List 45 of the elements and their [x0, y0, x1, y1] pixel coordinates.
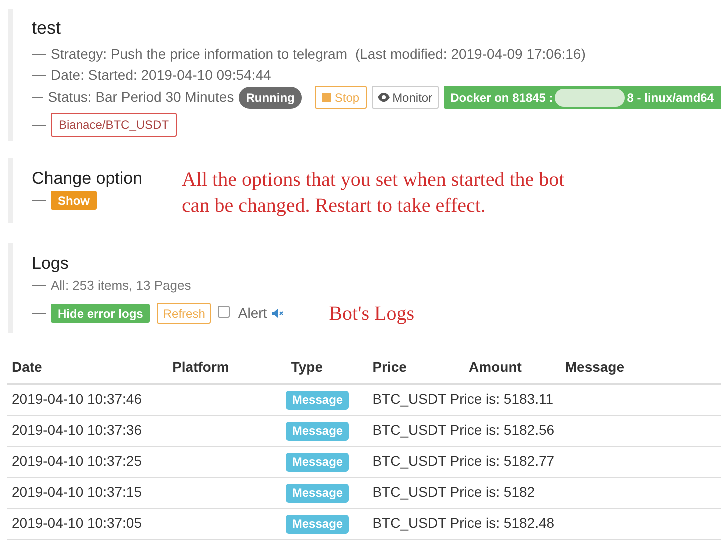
date-text: Date: Started: 2019-04-10 09:54:44 — [51, 66, 272, 84]
status-badge: Running — [239, 86, 302, 108]
exchange-tag: Bianace/BTC_USDT — [51, 113, 178, 137]
show-button[interactable]: Show — [51, 191, 97, 210]
column-header: Price — [372, 359, 407, 375]
square-icon — [322, 93, 331, 102]
section-title: Logs — [32, 254, 70, 274]
annotation-text: All the options that you set when started the bot can be changed. Restart to take effect. — [182, 168, 566, 219]
column-header: Amount — [469, 359, 522, 375]
speaker-muted-icon — [272, 309, 284, 318]
monitor-button[interactable]: Monitor — [372, 86, 439, 109]
log-summary: All: 253 items, 13 Pages — [51, 277, 192, 295]
message-cell: BTC_USDT Price is: 5182.77 — [372, 453, 555, 469]
message-cell: BTC_USDT Price is: 5182 — [372, 484, 536, 500]
eye-icon — [378, 93, 390, 102]
column-header: Date — [12, 359, 42, 375]
strategy-text: Strategy: Push the price information to telegram — [51, 45, 348, 63]
blur-redaction — [555, 88, 626, 106]
alert-label: Alert — [238, 304, 268, 323]
robot-title: test — [32, 17, 62, 39]
date-cell: 2019-04-10 10:37:25 — [12, 453, 142, 469]
annotation-text: Bot's Logs — [329, 302, 414, 326]
date-cell: 2019-04-10 10:37:15 — [12, 484, 142, 500]
type-badge: Message — [286, 453, 350, 472]
column-header: Message — [565, 359, 625, 375]
column-header: Type — [291, 359, 324, 375]
type-badge: Message — [286, 422, 350, 441]
date-cell: 2019-04-10 10:37:46 — [12, 391, 142, 408]
refresh-button[interactable]: Refresh — [157, 303, 212, 324]
section-title: Change option — [32, 169, 144, 189]
message-cell: BTC_USDT Price is: 5182.56 — [372, 422, 555, 438]
type-badge: Message — [286, 515, 350, 534]
stop-button[interactable]: Stop — [314, 86, 367, 109]
message-cell: BTC_USDT Price is: 5183.11 — [372, 391, 554, 408]
type-badge: Message — [286, 484, 350, 503]
last-modified-text: (Last modified: 2019-04-09 17:06:16) — [355, 45, 586, 63]
date-cell: 2019-04-10 10:37:05 — [12, 515, 142, 531]
date-cell: 2019-04-10 10:37:36 — [12, 422, 142, 438]
status-text: Status: Bar Period 30 Minutes — [48, 88, 234, 107]
hide-error-logs-button[interactable]: Hide error logs — [51, 304, 150, 323]
alert-checkbox[interactable] — [218, 306, 230, 318]
column-header: Platform — [172, 359, 230, 375]
docker-badge: Docker on 81845 : 8 - linux/amd64 — [444, 86, 721, 109]
message-cell: BTC_USDT Price is: 5182.48 — [372, 515, 555, 531]
type-badge: Message — [286, 391, 350, 410]
